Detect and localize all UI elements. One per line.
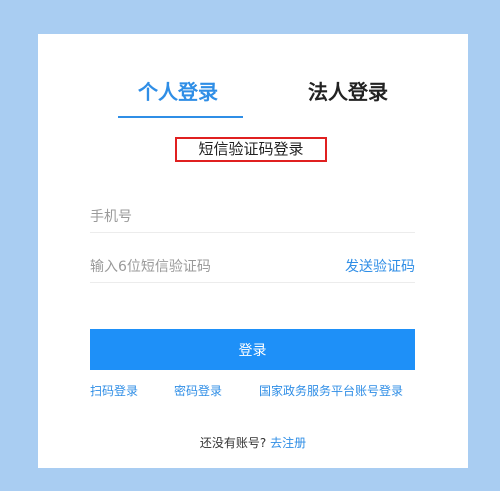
phone-field: [90, 202, 415, 233]
register-link[interactable]: 去注册: [270, 436, 306, 450]
register-row: 还没有账号? 去注册: [38, 434, 468, 452]
password-login-link[interactable]: 密码登录: [174, 382, 222, 400]
login-card: 个人登录 法人登录 短信验证码登录 发送验证码 登录 扫码登录 密码登录 国家政…: [38, 34, 468, 468]
login-button[interactable]: 登录: [90, 329, 415, 370]
phone-input[interactable]: [90, 202, 415, 232]
tab-personal-login[interactable]: 个人登录: [138, 78, 218, 106]
register-prompt: 还没有账号?: [199, 436, 267, 450]
national-platform-login-link[interactable]: 国家政务服务平台账号登录: [259, 382, 403, 400]
tab-legal-login[interactable]: 法人登录: [308, 78, 388, 106]
active-tab-indicator: [118, 116, 243, 118]
sms-code-field: 发送验证码: [90, 252, 415, 283]
sms-code-input[interactable]: [90, 252, 330, 282]
login-method-label: 短信验证码登录: [175, 137, 327, 162]
send-code-link[interactable]: 发送验证码: [345, 252, 415, 282]
scan-login-link[interactable]: 扫码登录: [90, 382, 138, 400]
login-type-tabs: 个人登录 法人登录: [38, 78, 468, 118]
